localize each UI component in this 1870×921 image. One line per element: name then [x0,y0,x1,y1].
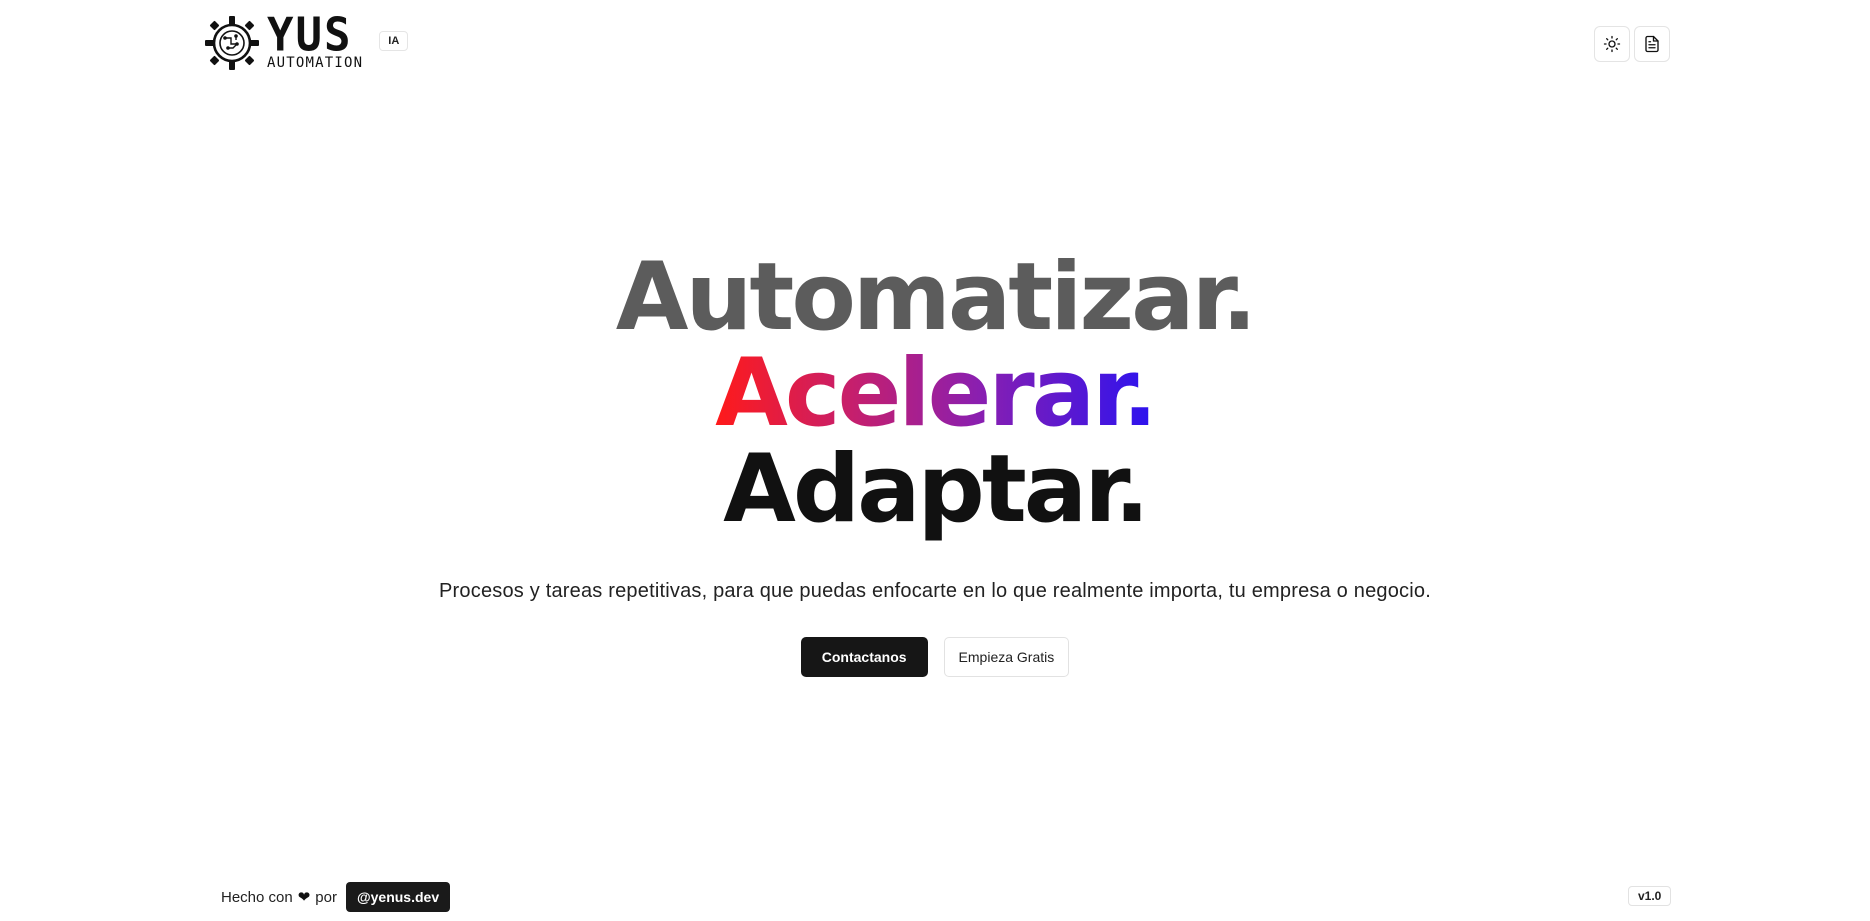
header: YUS AUTOMATION IA [203,8,409,72]
document-icon [1645,35,1659,53]
brand-wordmark: YUS AUTOMATION [267,8,363,70]
landing-page: YUS AUTOMATION IA Automatizar. Acelerar.… [0,0,1870,921]
headline-line-acelerar: Acelerar. [715,339,1158,448]
hero-headline: Automatizar. Acelerar. Adaptar. [0,250,1870,538]
brand-name: YUS [267,8,353,63]
by-text: por [315,888,337,906]
version-badge: v1.0 [1628,886,1672,906]
hero: Automatizar. Acelerar. Adaptar. Procesos… [0,250,1870,677]
headline-line-adaptar: Adaptar. [723,435,1150,544]
start-free-button[interactable]: Empieza Gratis [943,637,1070,677]
made-with-text: Hecho con [221,888,293,906]
footer-credit: Hecho con ❤ por @yenus.dev [221,882,451,912]
heart-icon: ❤ [297,889,311,906]
theme-toggle-button[interactable] [1594,26,1630,62]
header-actions [1594,26,1670,62]
hero-subtitle: Procesos y tareas repetitivas, para que … [439,580,1431,602]
headline-line-automatizar: Automatizar. [615,243,1258,352]
gear-circuit-icon [205,16,259,70]
brand-logo[interactable]: YUS AUTOMATION [203,8,363,72]
sun-icon [1603,35,1621,53]
cta-group: Contactanos Empieza Gratis [0,637,1870,677]
author-handle-link[interactable]: @yenus.dev [345,882,451,912]
docs-button[interactable] [1634,26,1670,62]
contact-button[interactable]: Contactanos [800,637,928,677]
ia-badge: IA [379,31,409,51]
